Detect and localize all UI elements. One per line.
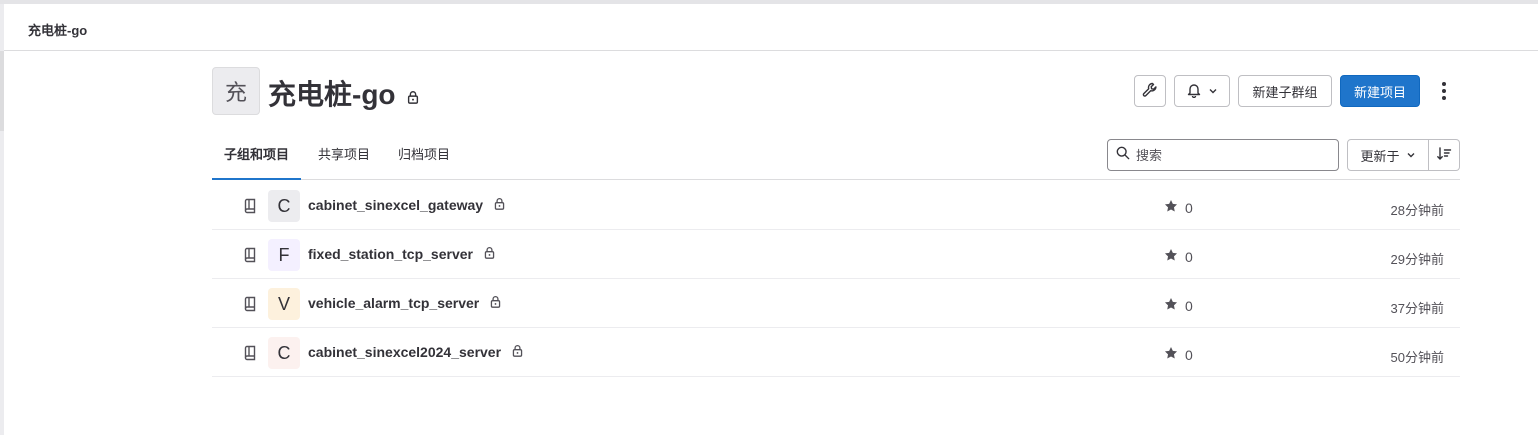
chevron-down-icon [1208,84,1218,99]
project-name-link[interactable]: vehicle_alarm_tcp_server [308,295,502,311]
project-name-link[interactable]: cabinet_sinexcel_gateway [308,197,506,213]
star-count: 0 [1164,346,1193,363]
star-icon [1164,199,1178,216]
star-icon [1164,346,1178,363]
breadcrumb-bar: 充电桩-go [4,4,1538,51]
settings-button[interactable] [1134,75,1166,107]
lock-icon [406,79,420,111]
wrench-icon [1142,82,1158,101]
more-actions-icon[interactable] [1432,79,1456,103]
chevron-down-icon [1406,148,1416,163]
star-count: 0 [1164,199,1193,216]
repository-icon [244,247,258,268]
project-row[interactable]: Ccabinet_sinexcel2024_server 0 50分钟前 [212,328,1460,377]
star-count-value: 0 [1185,248,1193,265]
project-name-link[interactable]: cabinet_sinexcel2024_server [308,344,524,360]
star-icon [1164,297,1178,314]
updated-time: 50分钟前 [1390,350,1444,365]
sort-dropdown[interactable]: 更新于 [1347,139,1429,171]
project-avatar[interactable]: C [268,190,300,222]
repository-icon [244,198,258,219]
search-box[interactable] [1107,139,1339,171]
project-name[interactable]: fixed_station_tcp_server [308,246,473,262]
notification-button[interactable] [1174,75,1230,107]
project-name[interactable]: vehicle_alarm_tcp_server [308,295,479,311]
search-icon [1116,146,1130,165]
star-count-value: 0 [1185,199,1193,216]
new-project-button[interactable]: 新建项目 [1340,75,1420,107]
project-avatar[interactable]: V [268,288,300,320]
lock-icon [479,295,502,311]
sort-label: 更新于 [1360,148,1400,164]
star-count: 0 [1164,248,1193,265]
sort-direction-button[interactable] [1429,139,1460,171]
lock-icon [501,344,524,360]
project-name[interactable]: cabinet_sinexcel2024_server [308,344,501,360]
new-subgroup-button[interactable]: 新建子群组 [1238,75,1332,107]
project-row[interactable]: Ccabinet_sinexcel_gateway 0 28分钟前 [212,181,1460,230]
project-row[interactable]: Ffixed_station_tcp_server 0 29分钟前 [212,230,1460,279]
repository-icon [244,296,258,317]
project-row[interactable]: Vvehicle_alarm_tcp_server 0 37分钟前 [212,279,1460,328]
left-sidebar-notch [0,51,4,131]
tab-archived-projects[interactable]: 归档项目 [386,139,462,180]
tab-shared-projects[interactable]: 共享项目 [306,139,382,180]
lock-icon [473,246,496,262]
bell-icon [1186,82,1202,101]
project-name-link[interactable]: fixed_station_tcp_server [308,246,496,262]
project-name[interactable]: cabinet_sinexcel_gateway [308,197,483,213]
updated-time: 29分钟前 [1390,252,1444,267]
project-avatar[interactable]: F [268,239,300,271]
star-count-value: 0 [1185,346,1193,363]
updated-time: 37分钟前 [1390,301,1444,316]
group-name: 充电桩-go [268,79,396,110]
project-avatar[interactable]: C [268,337,300,369]
sort-lowest-icon [1436,146,1452,165]
search-input[interactable] [1136,147,1326,163]
star-icon [1164,248,1178,265]
page-title: 充电桩-go [268,73,420,113]
star-count-value: 0 [1185,297,1193,314]
group-avatar: 充 [212,67,260,115]
tab-subgroups-projects[interactable]: 子组和项目 [212,139,302,180]
lock-icon [483,197,506,213]
breadcrumb[interactable]: 充电桩-go [28,20,87,39]
star-count: 0 [1164,297,1193,314]
repository-icon [244,345,258,366]
updated-time: 28分钟前 [1390,203,1444,218]
